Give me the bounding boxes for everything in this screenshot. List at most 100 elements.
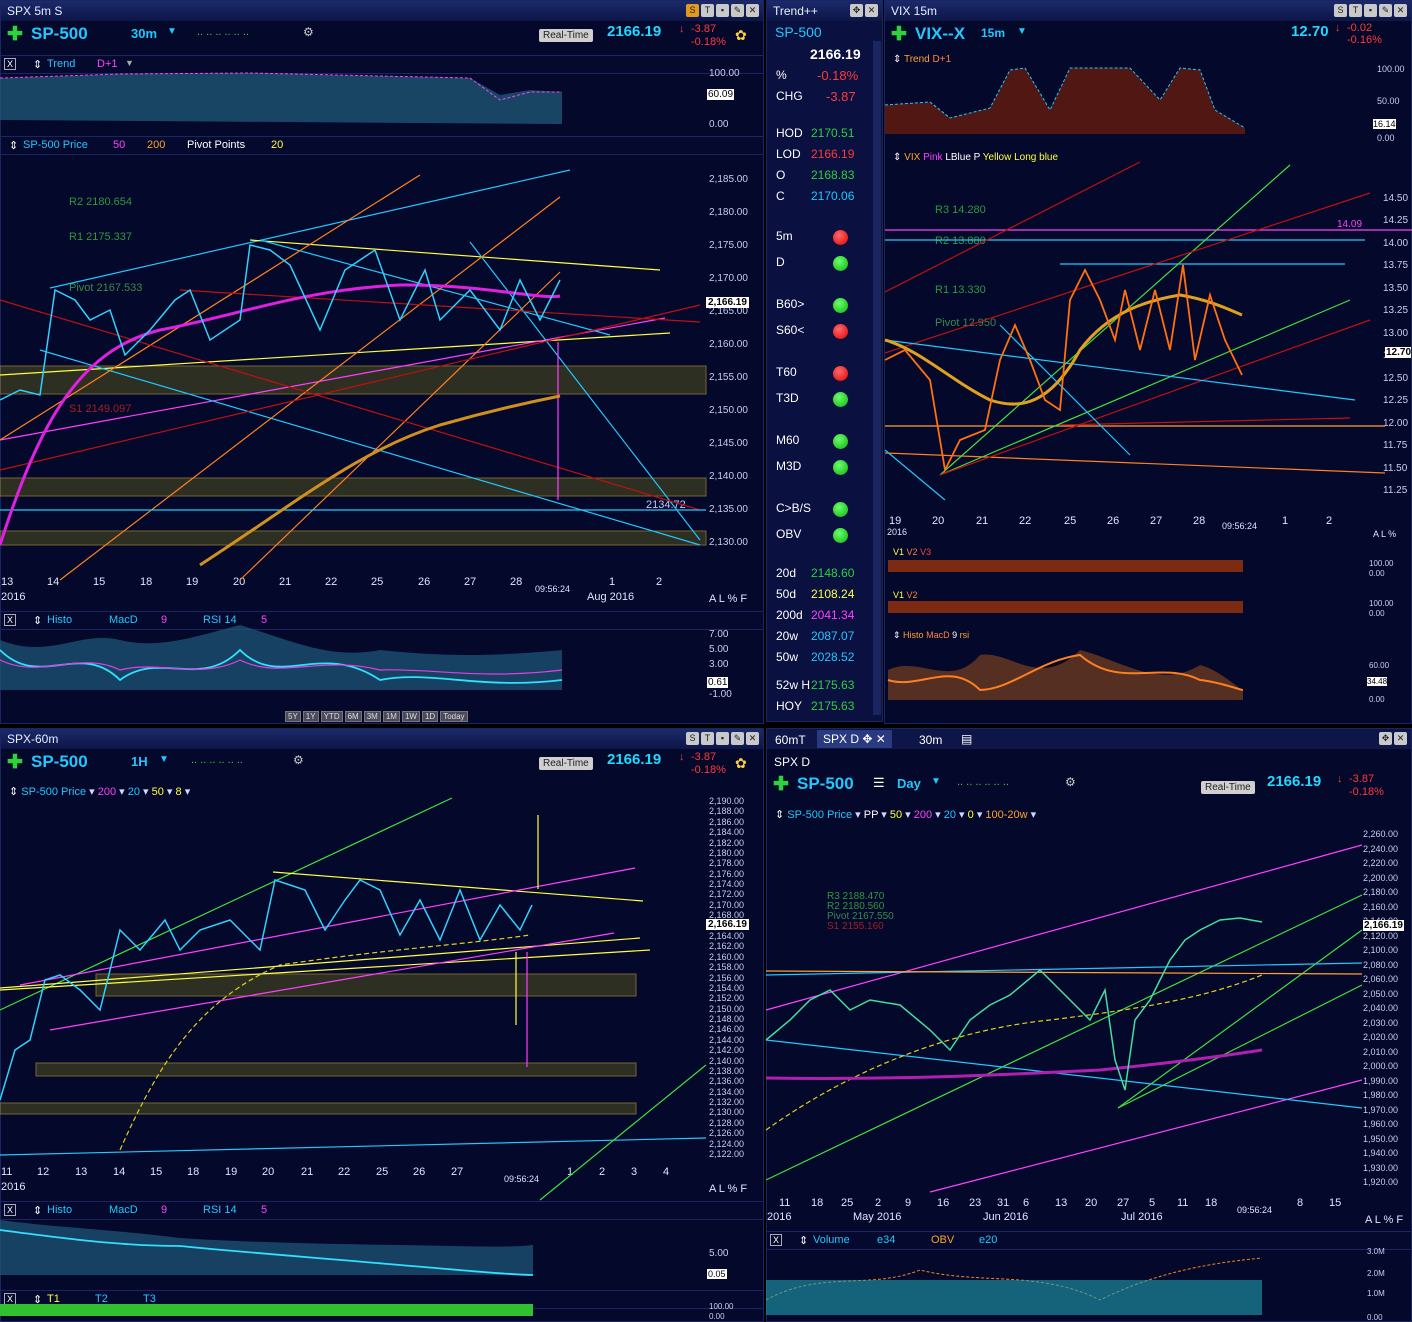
close-study-icon[interactable]: X [4, 614, 17, 626]
ma-50-label[interactable]: 50 [890, 809, 902, 821]
v-legend-1[interactable]: V1 V2 V3 [893, 547, 931, 557]
list-icon[interactable]: ☰ [873, 775, 885, 791]
watchlist-panel[interactable]: Trend++ ✥ ✕ SP-500 2166.19 % -0.18% CHG -… [766, 0, 883, 722]
rsi-label[interactable]: RSI 14 [203, 614, 237, 626]
e20-label[interactable]: e20 [979, 1234, 997, 1246]
rsi-label[interactable]: RSI 14 [203, 1204, 237, 1216]
ma-50-label[interactable]: 50 [113, 139, 125, 151]
p-label[interactable]: P [974, 152, 981, 163]
v3-label[interactable]: V3 [920, 547, 931, 557]
close-study-icon[interactable]: X [4, 1293, 17, 1305]
zoom-button[interactable]: 1D [421, 711, 439, 722]
link-icon[interactable]: ⚙ [1065, 775, 1076, 789]
move-icon[interactable]: ✥ [862, 732, 872, 746]
doc-icon[interactable]: ▤ [961, 732, 972, 746]
zoom-button[interactable]: 1W [401, 711, 420, 722]
v-legend-2[interactable]: V1 V2 [893, 590, 918, 600]
watchlist-symbol[interactable]: SP-500 [775, 24, 822, 40]
panel-title-bar[interactable]: VIX 15m S T ▪ ✎ ✕ [885, 1, 1411, 21]
zero-label[interactable]: 0 [968, 809, 974, 821]
close-study-icon[interactable]: X [4, 1204, 17, 1216]
macd-9-label[interactable]: 9 [161, 614, 167, 626]
v2-label[interactable]: V2 [907, 590, 918, 600]
d1-label[interactable]: D+1 [933, 54, 952, 65]
realtime-badge[interactable]: Real-Time [539, 757, 593, 770]
watchlist-scrollbar[interactable] [873, 41, 881, 715]
price-study-label[interactable]: SP-500 Price [21, 786, 86, 798]
zoom-button[interactable]: 1M [382, 711, 400, 722]
ma-20-label[interactable]: 20 [944, 809, 956, 821]
t1-label[interactable]: T1 [47, 1293, 60, 1305]
close-icon[interactable]: ✕ [746, 732, 759, 745]
chart-panel-spx-daily[interactable]: 60mT SPX D ✥ ✕ 30m ▤ ✥ ✕ SPX D ✚ SP-500 ☰… [766, 728, 1412, 1322]
ma-200-label[interactable]: 200 [914, 809, 932, 821]
zoom-button[interactable]: 5Y [285, 711, 301, 722]
chevron-down-icon[interactable]: ▼ [159, 754, 169, 765]
v2-label[interactable]: V2 [907, 547, 918, 557]
t-study-bar[interactable]: X ⇕ T1 T2 T3 [1, 1290, 763, 1309]
ma-100-20w-label[interactable]: 100-20w [985, 809, 1027, 821]
sync-icon[interactable]: S [1334, 4, 1347, 17]
chart-panel-spx-5m[interactable]: SPX 5m S S T ▪ ✎ ✕ ✚ SP-500 30m ▼ .. .. .. .… [0, 0, 764, 724]
chart-panel-vix-15m[interactable]: VIX 15m S T ▪ ✎ ✕ ✚ VIX--X 15m ▼ 12.70 ↓ -0.… [884, 0, 1412, 724]
ma-20-label[interactable]: 20 [128, 786, 140, 798]
symbol-input[interactable]: SP-500 [797, 774, 854, 794]
ma-200-label[interactable]: 200 [98, 786, 116, 798]
price-study-label[interactable]: SP-500 Price [787, 809, 852, 821]
chevron-down-icon[interactable]: ▼ [167, 26, 177, 37]
price-study-label[interactable]: SP-500 Price [23, 139, 88, 151]
axis-mode-buttons[interactable]: A L % F [709, 1183, 747, 1195]
save-icon[interactable]: ▪ [716, 4, 729, 17]
macd-label[interactable]: MacD [109, 614, 138, 626]
add-symbol-icon[interactable]: ✚ [891, 23, 907, 46]
volume-study-bar[interactable]: X ⇕ Volume e34 OBV e20 [767, 1231, 1411, 1250]
move-icon[interactable]: ✥ [1379, 732, 1392, 745]
move-icon[interactable]: ✥ [850, 4, 863, 17]
obv-label[interactable]: OBV [931, 1234, 954, 1246]
zoom-button[interactable]: 3M [363, 711, 381, 722]
tab-30m[interactable]: 30m [919, 733, 942, 747]
trend-study-bar[interactable]: X ⇕ Trend D+1 ▼ [1, 55, 763, 74]
d1-label[interactable]: D+1 [97, 58, 118, 70]
trend-label[interactable]: Trend [47, 58, 75, 70]
template-icon[interactable]: T [701, 732, 714, 745]
histo-label[interactable]: Histo [47, 1204, 72, 1216]
pp-20-label[interactable]: 20 [271, 139, 283, 151]
add-symbol-icon[interactable]: ✚ [7, 751, 23, 774]
macd-label[interactable]: MacD [926, 630, 950, 640]
price-legend[interactable]: ⇕ SP-500 Price ▾ 200 ▾ 20 ▾ 50 ▾ 8 ▾ [9, 785, 190, 798]
realtime-badge[interactable]: Real-Time [1201, 781, 1255, 794]
close-icon[interactable]: ✕ [1394, 4, 1407, 17]
close-icon[interactable]: ✕ [1394, 732, 1407, 745]
realtime-badge[interactable]: Real-Time [539, 29, 593, 42]
e34-label[interactable]: e34 [877, 1234, 895, 1246]
histo-label[interactable]: Histo [903, 630, 924, 640]
v1-label[interactable]: V1 [893, 590, 904, 600]
yellow-label[interactable]: Yellow [983, 152, 1012, 163]
close-study-icon[interactable]: X [4, 58, 17, 70]
template-icon[interactable]: T [701, 4, 714, 17]
symbol-input[interactable]: SP-500 [31, 24, 88, 44]
lblue-label[interactable]: LBlue [945, 152, 971, 163]
rsi-label[interactable]: rsi [960, 630, 970, 640]
chevron-down-icon[interactable]: ▼ [931, 776, 941, 787]
rsi-5-label[interactable]: 5 [261, 1204, 267, 1216]
close-icon[interactable]: ✕ [865, 4, 878, 17]
chart-panel-spx-60m[interactable]: SPX-60m S T ▪ ✎ ✕ ✚ SP-500 1H ▼ .. .. .. .. … [0, 728, 764, 1322]
indicator-study-bar[interactable]: X ⇕ Histo MacD 9 RSI 14 5 [1, 1201, 763, 1220]
ma-50-label[interactable]: 50 [152, 786, 164, 798]
timeframe-select[interactable]: 30m [131, 26, 157, 41]
palette-icon[interactable]: ✿ [735, 755, 747, 772]
ma-8-label[interactable]: 8 [176, 786, 182, 798]
chevron-down-icon[interactable]: ▼ [125, 58, 134, 68]
vix-label[interactable]: VIX [904, 152, 920, 163]
indicator-study-bar[interactable]: X ⇕ Histo MacD 9 RSI 14 5 [1, 611, 763, 630]
close-study-icon[interactable]: X [770, 1234, 783, 1246]
panel-title-bar[interactable]: SPX-60m S T ▪ ✎ ✕ [1, 729, 763, 749]
price-legend[interactable]: ⇕ SP-500 Price ▾ PP ▾ 50 ▾ 200 ▾ 20 ▾ 0 … [775, 808, 1036, 821]
tab-60mt[interactable]: 60mT [775, 733, 806, 747]
macd-9-label[interactable]: 9 [952, 630, 957, 640]
sync-icon[interactable]: S [686, 732, 699, 745]
zoom-button[interactable]: 6M [344, 711, 362, 722]
axis-mode-buttons[interactable]: A L % [1373, 529, 1396, 539]
